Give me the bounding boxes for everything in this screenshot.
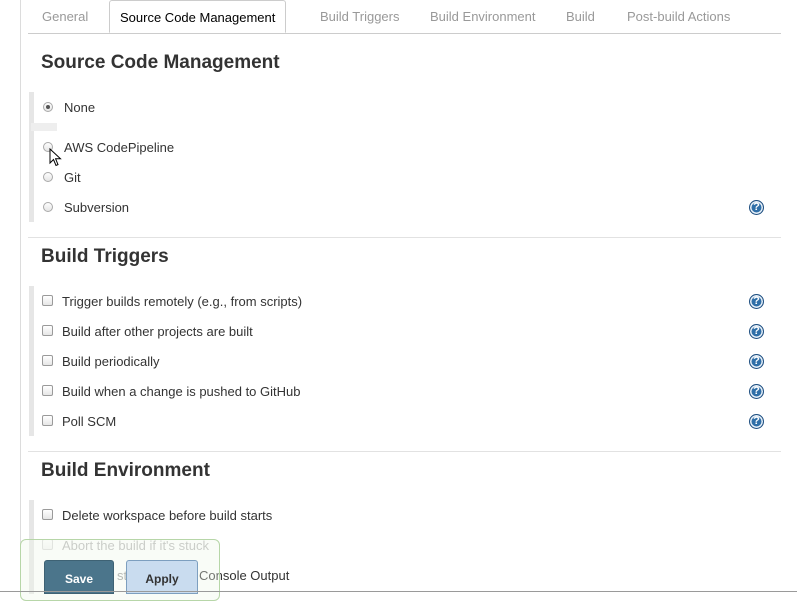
build-environment-section-title: Build Environment bbox=[41, 460, 210, 481]
help-icon[interactable]: ? bbox=[749, 294, 764, 309]
tab-build-environment[interactable]: Build Environment bbox=[430, 0, 536, 33]
trigger-label: Poll SCM bbox=[62, 414, 117, 429]
scm-option-label: None bbox=[64, 100, 96, 115]
help-icon[interactable]: ? bbox=[749, 384, 764, 399]
trigger-label: Build when a change is pushed to GitHub bbox=[62, 384, 301, 399]
checkbox-poll-scm[interactable] bbox=[42, 415, 53, 426]
build-triggers-section-bar bbox=[29, 286, 34, 436]
section-divider bbox=[28, 237, 781, 238]
radio-none[interactable] bbox=[43, 102, 53, 112]
scm-option-label: Subversion bbox=[64, 200, 130, 215]
tab-build[interactable]: Build bbox=[566, 0, 595, 33]
scm-nested-indicator bbox=[31, 123, 57, 131]
page-bottom-edge bbox=[0, 591, 797, 592]
trigger-github-push[interactable]: Build when a change is pushed to GitHub bbox=[41, 384, 341, 404]
trigger-periodically[interactable]: Build periodically bbox=[41, 354, 341, 374]
scm-option-subversion[interactable]: Subversion bbox=[41, 200, 241, 220]
checkbox-build-after-other-projects[interactable] bbox=[42, 325, 53, 336]
checkbox-github-push[interactable] bbox=[42, 385, 53, 396]
trigger-label: Trigger builds remotely (e.g., from scri… bbox=[62, 294, 303, 309]
scm-option-git[interactable]: Git bbox=[41, 170, 241, 190]
radio-git[interactable] bbox=[43, 172, 53, 182]
trigger-poll-scm[interactable]: Poll SCM bbox=[41, 414, 341, 434]
mouse-pointer-icon bbox=[49, 148, 62, 167]
scm-option-none[interactable]: None bbox=[41, 100, 241, 120]
build-triggers-section-title: Build Triggers bbox=[41, 246, 169, 267]
config-tab-bar: General Source Code Management Build Tri… bbox=[28, 0, 781, 34]
page-left-border bbox=[20, 0, 21, 594]
trigger-after-other-projects[interactable]: Build after other projects are built bbox=[41, 324, 341, 344]
tab-general[interactable]: General bbox=[42, 0, 88, 33]
trigger-label: Build after other projects are built bbox=[62, 324, 253, 339]
trigger-label: Build periodically bbox=[62, 354, 160, 369]
apply-button[interactable]: Apply bbox=[126, 560, 198, 594]
radio-subversion[interactable] bbox=[43, 202, 53, 212]
tab-build-triggers[interactable]: Build Triggers bbox=[320, 0, 399, 33]
scm-option-label: AWS CodePipeline bbox=[64, 140, 175, 155]
scm-option-aws-codepipeline[interactable]: AWS CodePipeline bbox=[41, 140, 241, 160]
checkbox-build-periodically[interactable] bbox=[42, 355, 53, 366]
trigger-remote[interactable]: Trigger builds remotely (e.g., from scri… bbox=[41, 294, 341, 314]
help-icon[interactable]: ? bbox=[749, 354, 764, 369]
save-button[interactable]: Save bbox=[44, 560, 114, 594]
help-icon[interactable]: ? bbox=[749, 414, 764, 429]
section-divider bbox=[28, 451, 781, 452]
checkbox-delete-workspace[interactable] bbox=[42, 509, 53, 520]
scm-section-title: Source Code Management bbox=[41, 52, 280, 73]
env-delete-workspace[interactable]: Delete workspace before build starts bbox=[41, 508, 341, 528]
help-icon[interactable]: ? bbox=[749, 200, 764, 215]
scm-option-label: Git bbox=[64, 170, 81, 185]
checkbox-trigger-remote[interactable] bbox=[42, 295, 53, 306]
tab-source-code-management[interactable]: Source Code Management bbox=[109, 0, 287, 33]
env-label: Delete workspace before build starts bbox=[62, 508, 273, 523]
help-icon[interactable]: ? bbox=[749, 324, 764, 339]
tab-post-build-actions[interactable]: Post-build Actions bbox=[627, 0, 730, 33]
scm-section-bar bbox=[29, 92, 34, 222]
